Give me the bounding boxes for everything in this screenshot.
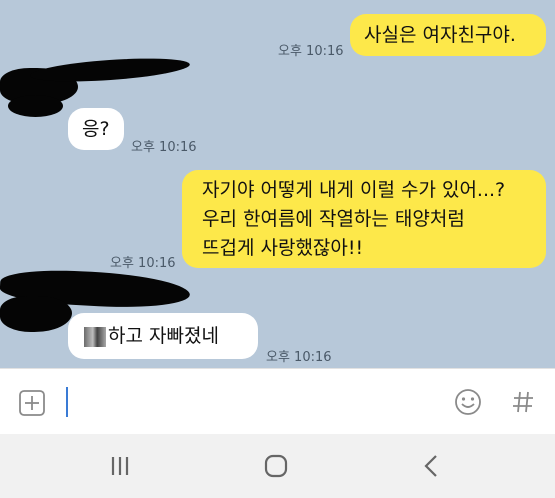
hash-icon[interactable]: [508, 387, 538, 417]
message-time: 오후 10:16: [278, 44, 344, 59]
back-icon[interactable]: [416, 452, 448, 480]
message-input[interactable]: [62, 383, 442, 421]
text-cursor: [66, 387, 68, 417]
chat-area: 사실은 여자친구야. 오후 10:16 응? 오후 10:16 자기야 어떻게 …: [0, 0, 555, 368]
their-message-bubble[interactable]: 하고 자빠졌네: [68, 313, 258, 359]
my-message-bubble[interactable]: 사실은 여자친구야.: [350, 14, 546, 56]
redaction-scribble: [29, 54, 191, 86]
message-text: 응?: [82, 118, 110, 140]
their-message-bubble[interactable]: 응?: [68, 108, 124, 150]
message-time: 오후 10:16: [131, 140, 197, 155]
message-line: 우리 한여름에 작열하는 태양처럼: [202, 208, 465, 230]
message-time: 오후 10:16: [110, 256, 176, 271]
message-text: 사실은 여자친구야.: [364, 24, 516, 46]
message-input-bar: [0, 368, 555, 434]
message-time: 오후 10:16: [266, 350, 332, 365]
home-icon[interactable]: [260, 452, 292, 480]
message-line: 자기야 어떻게 내게 이럴 수가 있어...?: [202, 179, 506, 201]
message-text: 하고 자빠졌네: [108, 325, 219, 347]
system-navigation-bar: [0, 434, 555, 498]
redaction-scribble: [8, 95, 63, 117]
redaction-scribble: [0, 296, 72, 332]
message-line: 뜨겁게 사랑했잖아!!: [202, 237, 364, 259]
plus-square-icon[interactable]: [18, 389, 46, 417]
recent-apps-icon[interactable]: [104, 452, 136, 480]
emoji-icon[interactable]: [453, 387, 483, 417]
my-message-bubble[interactable]: 자기야 어떻게 내게 이럴 수가 있어...? 우리 한여름에 작열하는 태양처…: [182, 170, 546, 268]
redacted-word: [84, 326, 106, 347]
